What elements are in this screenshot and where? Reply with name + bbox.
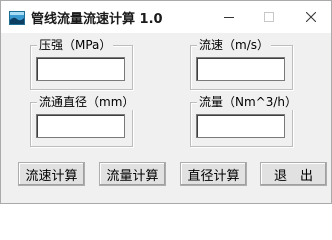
- pressure-label: 压强（MPa）: [37, 37, 114, 53]
- pressure-input[interactable]: [36, 57, 125, 81]
- calc-diameter-button[interactable]: 直径计算: [180, 162, 247, 186]
- exit-button[interactable]: 退 出: [260, 162, 327, 186]
- flow-label: 流量（Nm^3/h）: [197, 94, 300, 110]
- diameter-input[interactable]: [36, 114, 125, 138]
- velocity-input[interactable]: [196, 57, 285, 81]
- close-button[interactable]: [291, 1, 331, 33]
- minimize-icon: [224, 17, 234, 18]
- calc-flow-button[interactable]: 流量计算: [99, 162, 166, 186]
- title-bar[interactable]: 管线流量流速计算 1.0: [1, 1, 331, 33]
- diameter-label: 流通直径（mm）: [37, 94, 137, 110]
- app-window: 管线流量流速计算 1.0 压强（MPa） 流速（m/s） 流通直径（mm） 流量…: [0, 0, 332, 204]
- calc-velocity-button[interactable]: 流速计算: [18, 162, 85, 186]
- close-icon: [306, 12, 316, 22]
- velocity-label: 流速（m/s）: [197, 37, 271, 53]
- maximize-icon: [264, 12, 274, 22]
- minimize-button[interactable]: [209, 1, 249, 33]
- window-title: 管线流量流速计算 1.0: [31, 12, 163, 27]
- flow-input[interactable]: [196, 114, 285, 138]
- maximize-button[interactable]: [249, 1, 289, 33]
- app-icon: [9, 10, 25, 25]
